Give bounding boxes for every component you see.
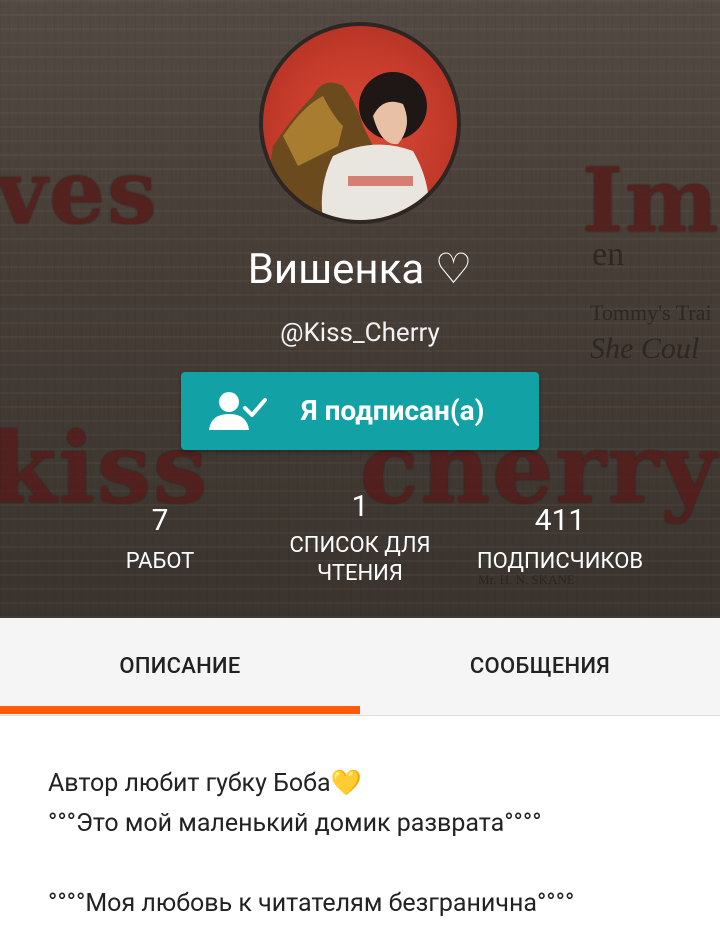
user-check-icon xyxy=(209,392,267,430)
stat-works[interactable]: 7 РАБОТ xyxy=(100,506,220,576)
description-line: °°°°Моя любовь к читателям безгранична°°… xyxy=(48,889,575,918)
stat-works-value: 7 xyxy=(151,503,169,538)
profile-header: Tommy's Trai She Coul en Mr. H. N. SKANE… xyxy=(0,0,720,618)
profile-description: Автор любит губку Боба💛 °°°Это мой мален… xyxy=(48,764,688,924)
tab-messages[interactable]: СООБЩЕНИЯ xyxy=(360,618,720,716)
stat-works-label: РАБОТ xyxy=(125,549,195,574)
description-line: °°°Это мой маленький домик разврата°°°° xyxy=(48,809,542,838)
follow-button[interactable]: Я подписан(а) xyxy=(181,372,539,450)
stat-followers-label: ПОДПИСЧИКОВ xyxy=(476,549,644,574)
profile-tabs: ОПИСАНИЕ СООБЩЕНИЯ xyxy=(0,618,720,716)
stat-followers-value: 411 xyxy=(534,503,586,538)
stat-reading-lists[interactable]: 1 СПИСОК ДЛЯ ЧТЕНИЯ xyxy=(275,492,445,588)
active-tab-indicator xyxy=(0,706,360,714)
username: @Kiss_Cherry xyxy=(280,318,440,348)
stat-reading-lists-label: СПИСОК ДЛЯ ЧТЕНИЯ xyxy=(289,533,431,586)
tab-description[interactable]: ОПИСАНИЕ xyxy=(0,618,360,716)
stat-reading-lists-value: 1 xyxy=(351,489,369,524)
description-line: Автор любит губку Боба💛 xyxy=(48,769,362,798)
avatar[interactable] xyxy=(259,22,461,224)
stat-followers[interactable]: 411 ПОДПИСЧИКОВ xyxy=(460,506,660,576)
avatar-image xyxy=(263,72,429,220)
display-name: Вишенка ♡ xyxy=(247,245,473,294)
follow-button-label: Я подписан(а) xyxy=(301,394,485,427)
